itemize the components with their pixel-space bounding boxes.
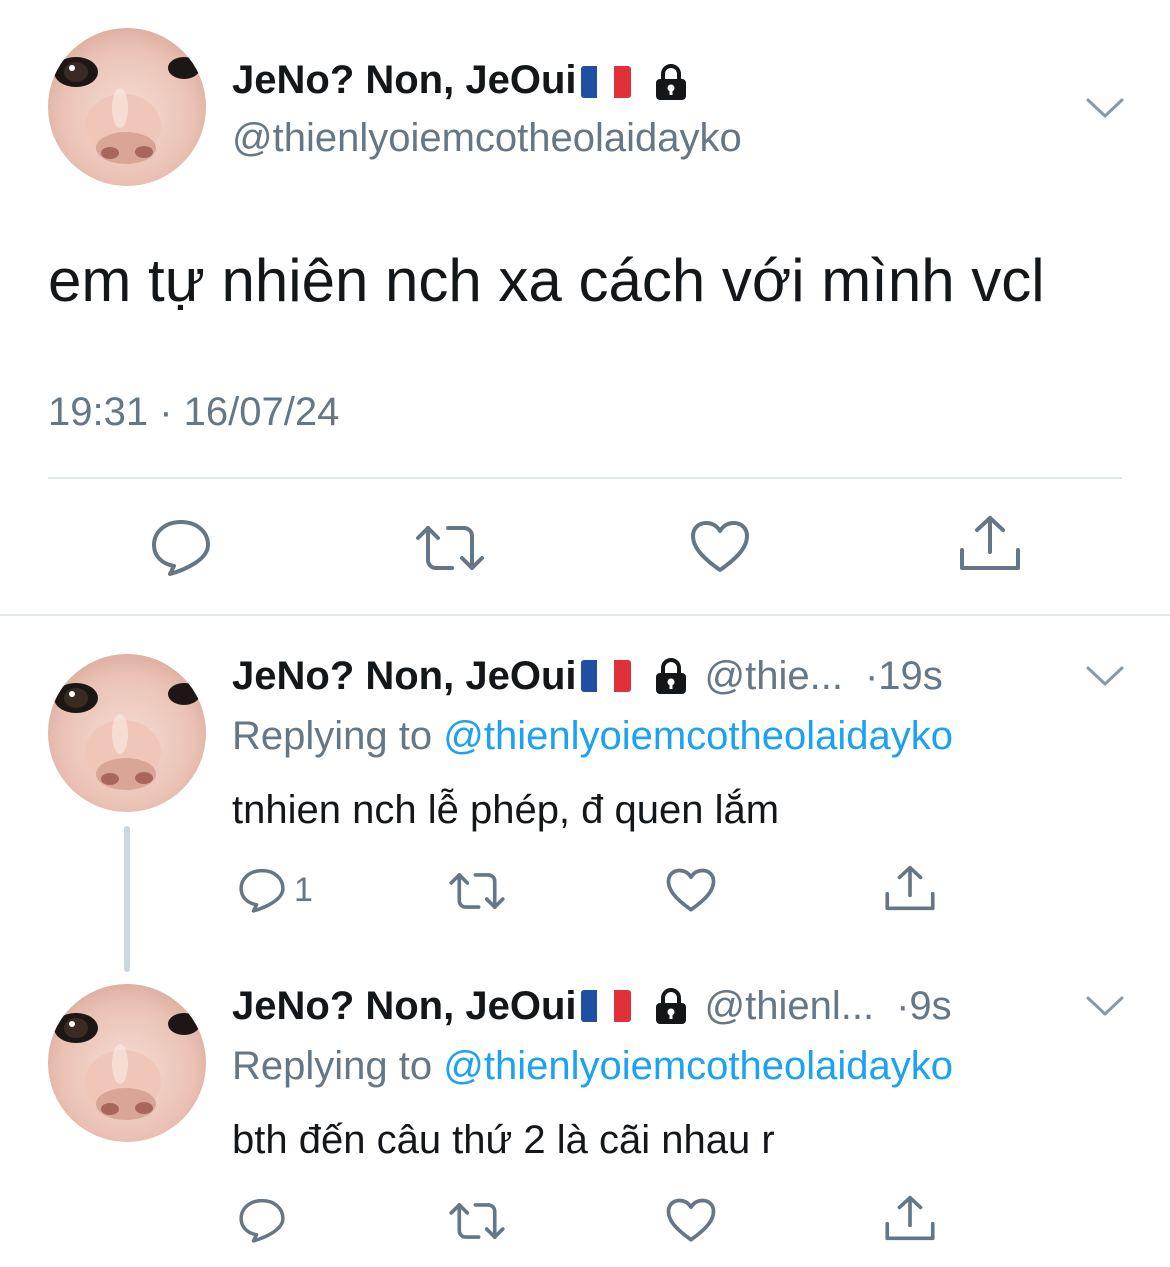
retweet-icon [416, 526, 484, 570]
replying-to-label: Replying to [232, 1044, 433, 1088]
like-button[interactable] [666, 868, 716, 913]
like-button[interactable] [690, 520, 750, 574]
reply-time[interactable]: ·9s [896, 982, 952, 1030]
reply-display-name[interactable]: JeNo? Non, JeOui [232, 982, 577, 1030]
user-handle[interactable]: @thienlyoiemcotheolaidayko [232, 114, 742, 162]
reply-icon [239, 868, 285, 913]
reply-button[interactable]: 1 [238, 866, 313, 914]
share-button[interactable] [958, 514, 1022, 572]
display-name[interactable]: JeNo? Non, JeOui [232, 56, 691, 104]
retweet-button[interactable] [414, 522, 486, 574]
retweet-icon [449, 1203, 505, 1239]
lock-icon [655, 988, 686, 1024]
tweet-text: em tự nhiên nch xa cách với mình vcl [48, 247, 1045, 314]
display-name-text: JeNo? Non, JeOui [232, 58, 577, 102]
flag-fr-icon [580, 66, 631, 99]
section-divider [0, 614, 1170, 616]
reply-icon [152, 520, 210, 576]
avatar-image [48, 984, 206, 1142]
lock-icon [655, 658, 686, 694]
share-icon [885, 1195, 935, 1241]
reply-handle[interactable]: @thie... [705, 652, 843, 700]
reply-button[interactable] [238, 1196, 286, 1244]
like-button[interactable] [666, 1198, 716, 1243]
reply-header: JeNo? Non, JeOui @thie... ·19s [232, 652, 943, 700]
reply-header: JeNo? Non, JeOui @thienl... ·9s [232, 982, 952, 1030]
tweet-timestamp[interactable]: 19:31 · 16/07/24 [48, 388, 339, 436]
chevron-down-icon[interactable] [1085, 96, 1125, 120]
replying-to-link[interactable]: @thienlyoiemcotheolaidayko [443, 1044, 953, 1088]
flag-fr-icon [580, 660, 631, 692]
reply-count: 1 [294, 870, 313, 909]
share-icon [885, 865, 935, 911]
lock-icon [655, 64, 686, 101]
share-icon [960, 516, 1020, 570]
like-icon [666, 868, 716, 912]
thread-line [124, 826, 130, 972]
avatar-image [48, 654, 206, 812]
reply-avatar[interactable] [48, 654, 206, 812]
reply-icon [239, 1198, 285, 1243]
avatar-image [48, 28, 206, 186]
reply-text: tnhien nch lễ phép, đ quen lắm [232, 788, 780, 832]
share-button[interactable] [884, 864, 936, 912]
like-icon [666, 1198, 716, 1242]
replying-to: Replying to @thienlyoiemcotheolaidayko [232, 1042, 953, 1090]
divider [48, 477, 1122, 479]
like-icon [691, 521, 749, 572]
chevron-down-icon[interactable] [1085, 994, 1125, 1018]
share-button[interactable] [884, 1194, 936, 1242]
retweet-button[interactable] [448, 1200, 506, 1242]
retweet-button[interactable] [448, 870, 506, 912]
chevron-down-icon[interactable] [1085, 664, 1125, 688]
reply-button[interactable] [150, 518, 212, 576]
reply-avatar[interactable] [48, 984, 206, 1142]
reply-display-name[interactable]: JeNo? Non, JeOui [232, 652, 577, 700]
reply-text: bth đến câu thứ 2 là cãi nhau r [232, 1118, 775, 1162]
retweet-icon [449, 873, 505, 909]
avatar[interactable] [48, 28, 206, 186]
reply-time[interactable]: ·19s [865, 652, 943, 700]
replying-to-label: Replying to [232, 714, 433, 758]
replying-to: Replying to @thienlyoiemcotheolaidayko [232, 712, 953, 760]
reply-handle[interactable]: @thienl... [705, 982, 875, 1030]
flag-fr-icon [580, 990, 631, 1022]
replying-to-link[interactable]: @thienlyoiemcotheolaidayko [443, 714, 953, 758]
